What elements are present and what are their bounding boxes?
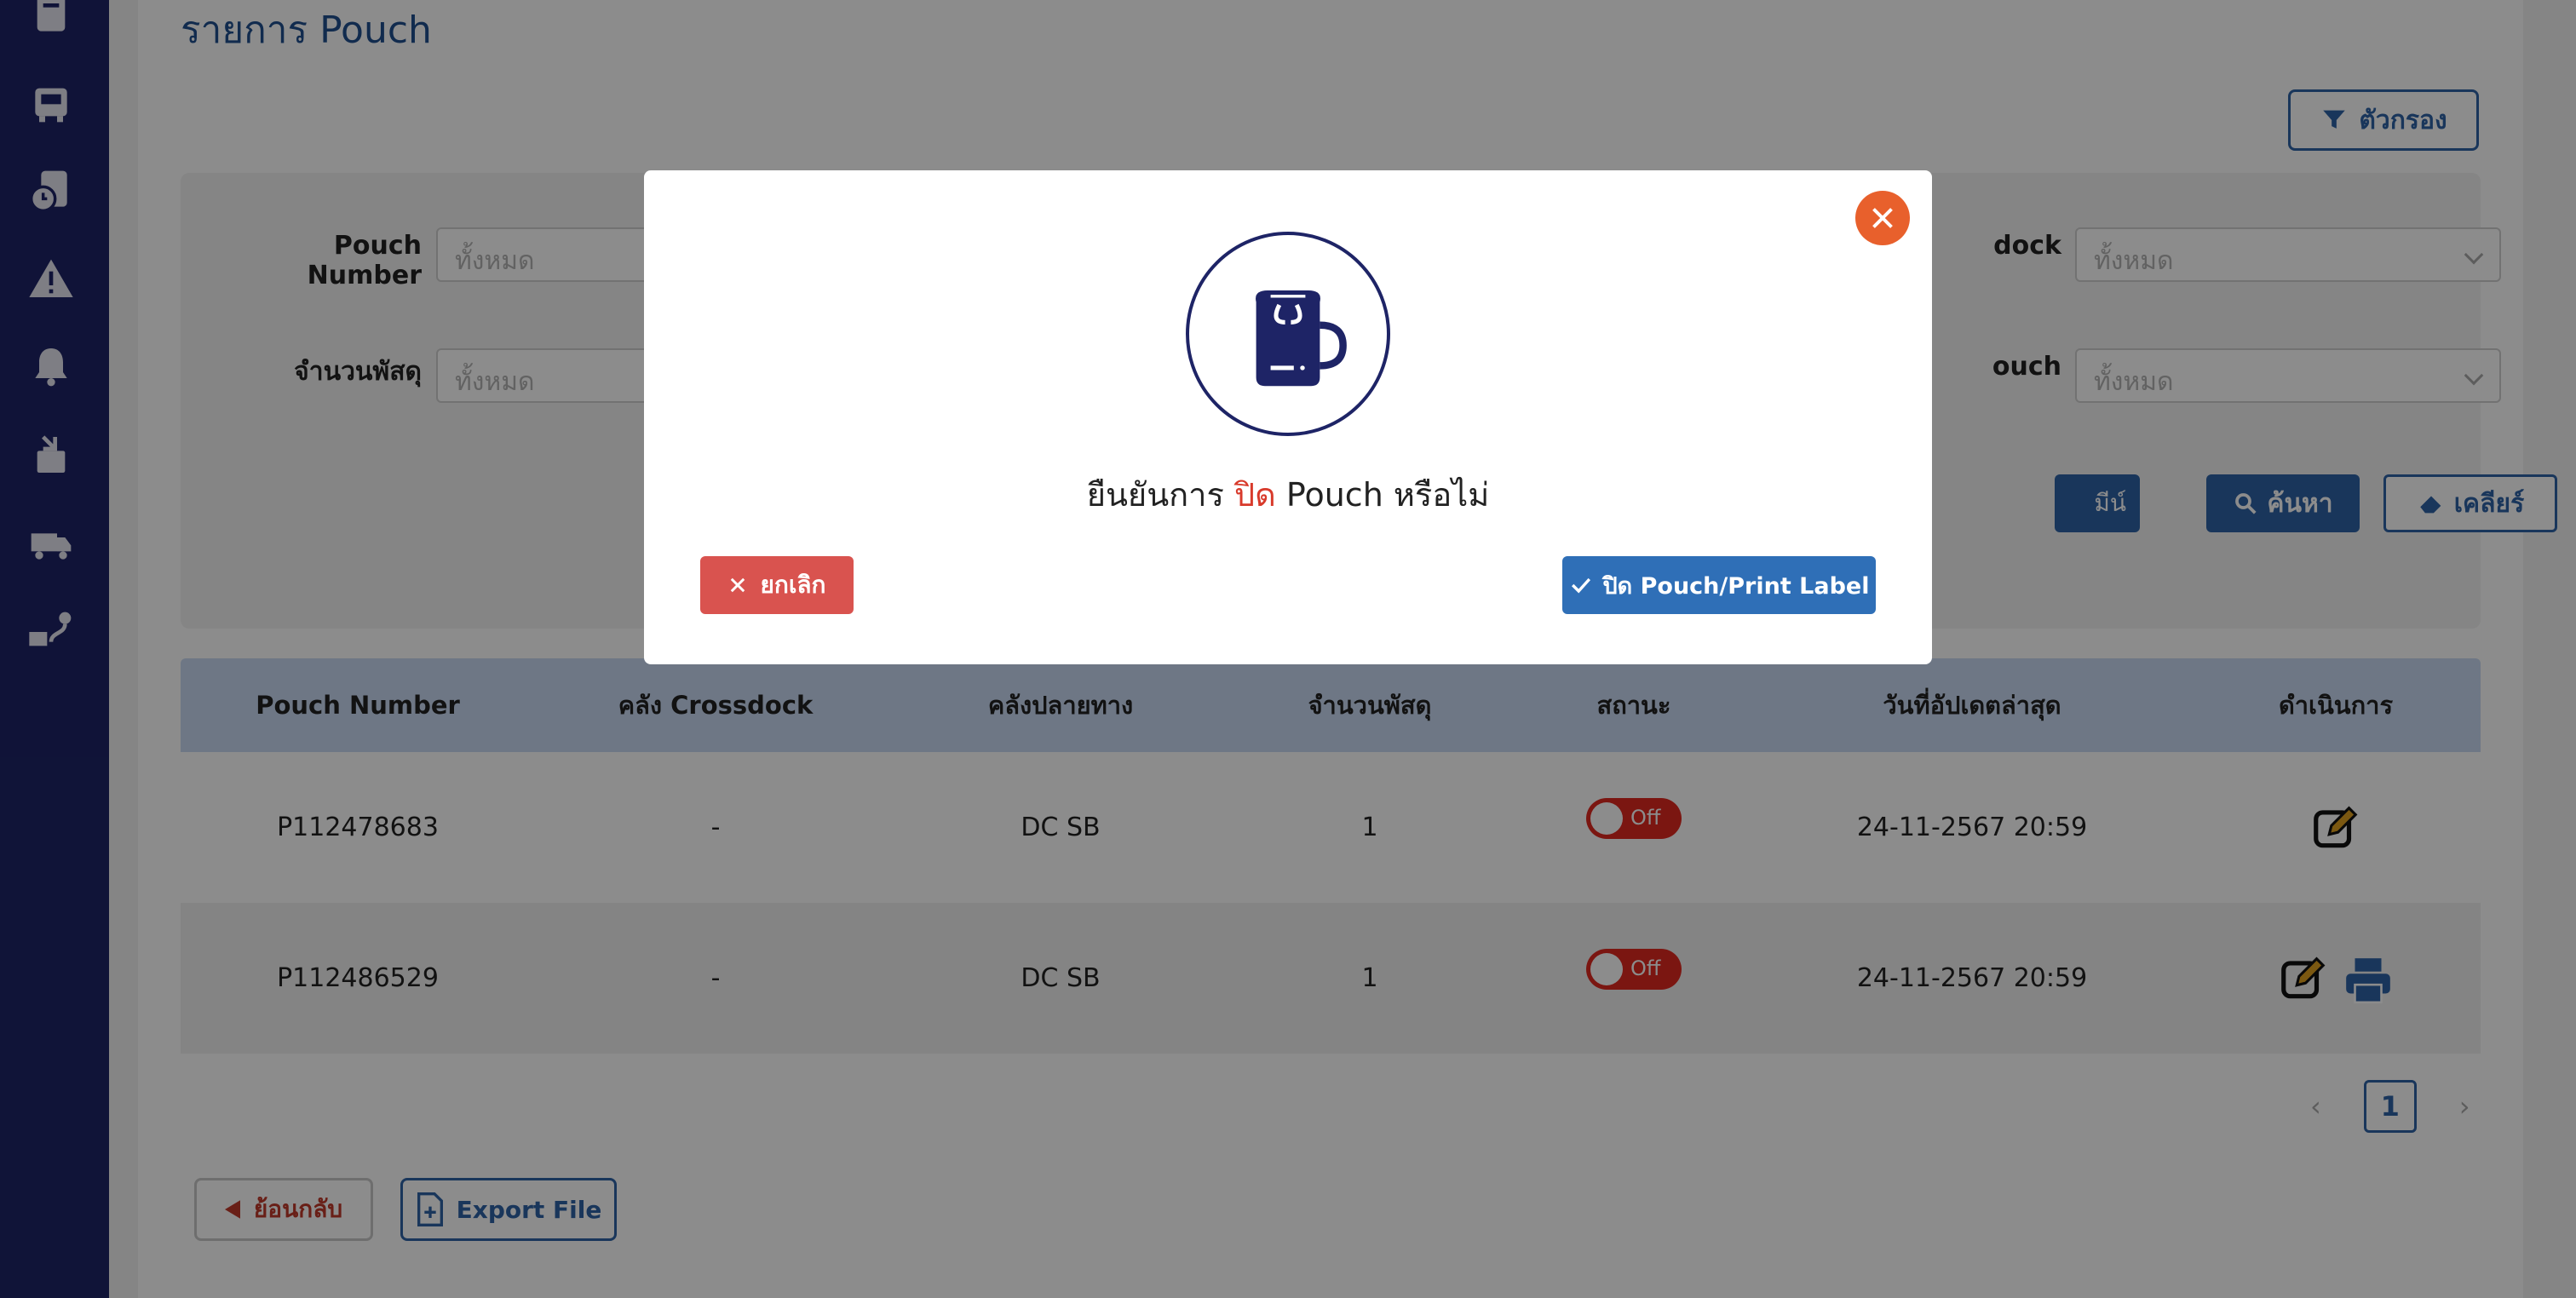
confirm-message-highlight: ปิด xyxy=(1234,476,1276,514)
cancel-button-label: ยกเลิก xyxy=(760,571,826,599)
confirm-close-pouch-dialog: ยืนยันการ ปิด Pouch หรือไม่ ยกเลิก ปิด P… xyxy=(644,170,1932,664)
confirm-message-suffix: Pouch หรือไม่ xyxy=(1275,476,1490,514)
x-icon xyxy=(731,577,745,593)
confirm-message: ยืนยันการ ปิด Pouch หรือไม่ xyxy=(644,468,1932,520)
confirm-button-label: ปิด Pouch/Print Label xyxy=(1602,572,1870,600)
cancel-button[interactable]: ยกเลิก xyxy=(700,556,854,614)
pouch-bag-icon xyxy=(1186,232,1390,436)
close-icon[interactable] xyxy=(1855,191,1910,245)
close-pouch-print-label-button[interactable]: ปิด Pouch/Print Label xyxy=(1562,556,1876,614)
check-icon xyxy=(1571,577,1590,594)
confirm-message-prefix: ยืนยันการ xyxy=(1086,476,1235,514)
